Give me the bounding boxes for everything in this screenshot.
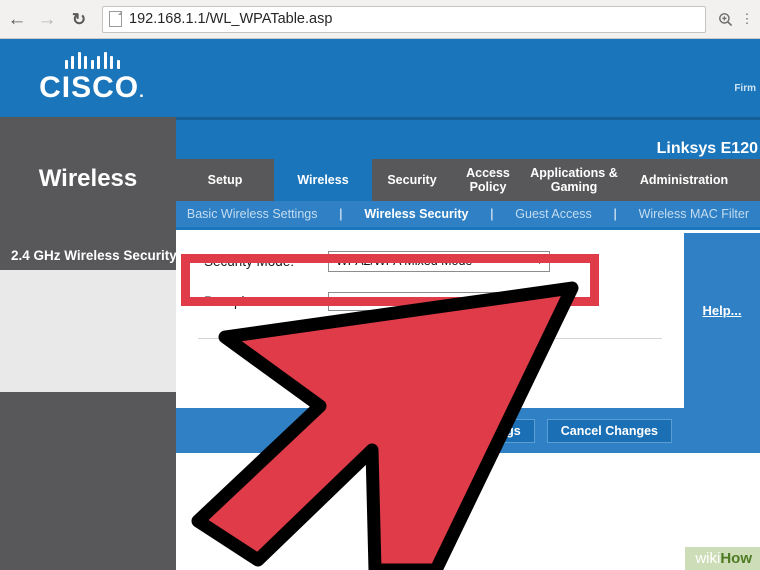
main-tab-bar: Setup Wireless Security Access Policy Ap… [176,159,760,201]
tab-applications-gaming-label: Applications & Gaming [530,166,618,194]
device-model-name: Linksys E120 [656,140,758,157]
forward-arrow-icon[interactable]: → [34,6,60,32]
back-arrow-icon[interactable]: ← [4,6,30,32]
sidebar-spacer [0,270,176,392]
page-title: Wireless [38,165,138,192]
divider [198,338,662,339]
sidebar-footer [0,392,176,570]
tab-security-label: Security [387,173,437,187]
page-document-icon [109,11,122,27]
tab-setup-label: Setup [207,173,243,187]
page-bottom-area [176,453,760,570]
action-bar: Save Settings Cancel Changes [176,408,684,453]
sub-tab-bar: Basic Wireless Settings | Wireless Secur… [176,201,760,230]
cisco-banner: CISCO. Firm [0,39,760,117]
url-text: 192.168.1.1/WL_WPATable.asp [129,11,333,27]
tab-access-policy[interactable]: Access Policy [452,159,524,201]
cisco-wordmark: CISCO. [24,73,160,103]
subnav-basic-wireless-settings[interactable]: Basic Wireless Settings [187,207,318,221]
save-settings-button[interactable]: Save Settings [424,418,535,443]
subnav-wireless-security[interactable]: Wireless Security [364,207,468,221]
highlight-rectangle-annotation [181,254,599,306]
wikihow-watermark: wikiHow [685,547,760,570]
address-bar[interactable]: 192.168.1.1/WL_WPATable.asp [102,5,706,33]
cisco-wordmark-dot: . [139,82,145,101]
subnav-guest-access[interactable]: Guest Access [515,207,591,221]
cisco-bars-icon [24,52,160,69]
tab-access-policy-label: Access Policy [466,166,510,194]
tab-wireless-label: Wireless [297,173,349,187]
screenshot-root: ← → ↻ 192.168.1.1/WL_WPATable.asp ⋮ CISC… [0,0,760,570]
zoom-magnifier-icon[interactable] [714,6,736,32]
cisco-wordmark-text: CISCO [39,71,140,104]
subsection-bar: 2.4 GHz Wireless Security [0,241,177,270]
tab-administration[interactable]: Administration [624,159,744,201]
tab-setup[interactable]: Setup [176,159,274,201]
watermark-wiki-text: wiki [695,550,721,567]
subnav-separator: | [339,207,343,221]
subnav-separator: | [613,207,617,221]
tab-security[interactable]: Security [372,159,452,201]
firmware-version-label: Firm [734,83,756,94]
subsection-label: 2.4 GHz Wireless Security [11,248,177,263]
cisco-logo: CISCO. [30,52,160,103]
tab-administration-label: Administration [639,173,729,187]
watermark-how-text: How [720,550,752,567]
help-link[interactable]: Help... [684,303,760,318]
reload-icon[interactable]: ↻ [66,6,92,32]
tab-applications-gaming[interactable]: Applications & Gaming [524,159,624,201]
subnav-wireless-mac-filter[interactable]: Wireless MAC Filter [639,207,749,221]
menu-icon[interactable]: ⋮ [740,11,754,27]
subnav-separator: | [490,207,494,221]
cancel-changes-button[interactable]: Cancel Changes [546,418,672,443]
browser-toolbar: ← → ↻ 192.168.1.1/WL_WPATable.asp ⋮ [0,0,760,39]
tab-wireless[interactable]: Wireless [274,159,372,201]
model-strip: Linksys E120 [176,117,760,162]
